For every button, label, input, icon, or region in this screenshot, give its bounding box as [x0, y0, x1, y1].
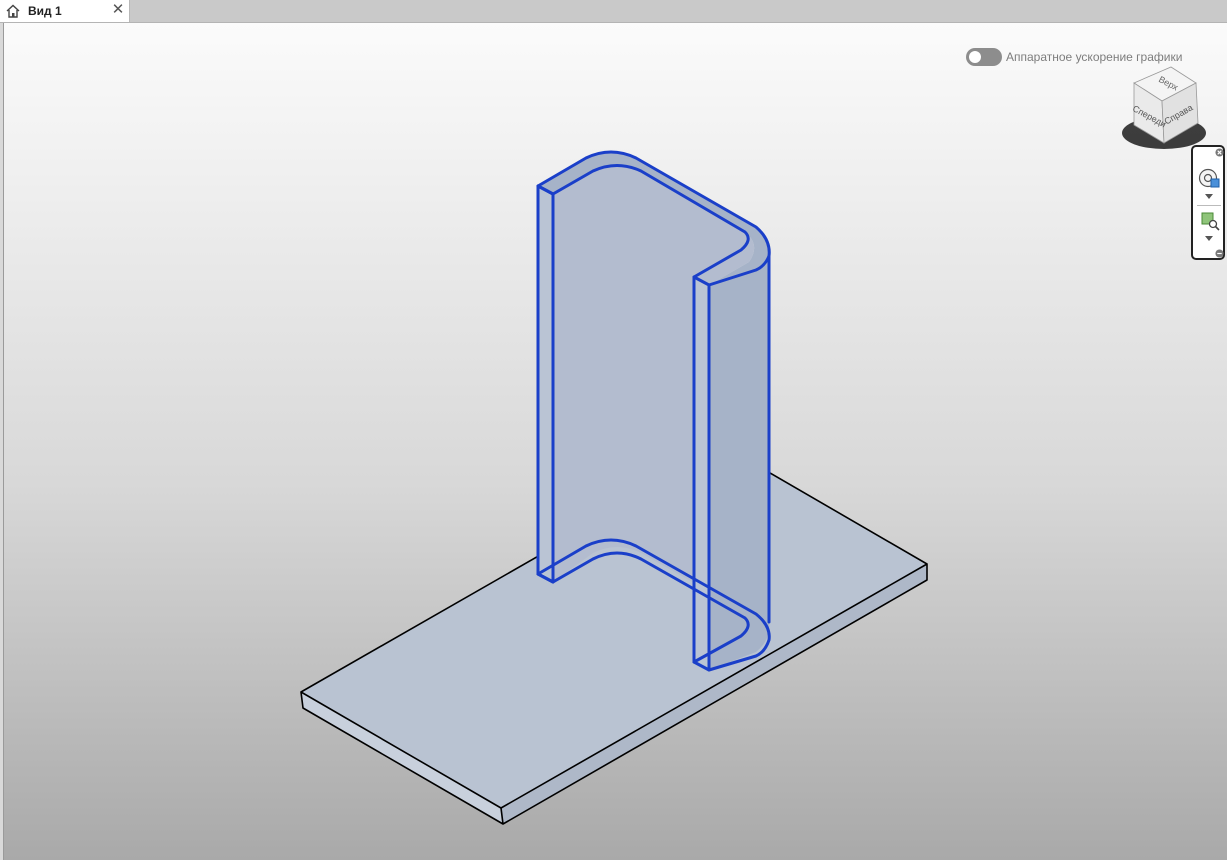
minimize-icon[interactable]: [1215, 249, 1224, 258]
home-icon: [6, 4, 20, 18]
navigation-bar: [1191, 145, 1225, 260]
model-view[interactable]: [4, 23, 1227, 860]
close-icon[interactable]: [1215, 148, 1224, 157]
zoom-region-icon[interactable]: [1200, 211, 1220, 231]
tab-view-1[interactable]: Вид 1 ✕: [0, 0, 130, 22]
close-icon[interactable]: ✕: [110, 2, 126, 18]
view-tab-bar: Вид 1 ✕: [0, 0, 1227, 23]
chevron-down-icon[interactable]: [1205, 236, 1213, 241]
navbar-divider: [1197, 205, 1221, 206]
chevron-down-icon[interactable]: [1205, 194, 1213, 199]
viewcube[interactable]: Верх Спереди Справа: [1114, 53, 1214, 153]
steering-wheel-icon[interactable]: [1198, 167, 1220, 189]
toggle-knob: [969, 51, 981, 63]
tab-label: Вид 1: [28, 4, 62, 18]
3d-viewport[interactable]: Аппаратное ускорение графики Верх Сперед…: [3, 23, 1227, 860]
hardware-acceleration-toggle[interactable]: [966, 48, 1002, 66]
